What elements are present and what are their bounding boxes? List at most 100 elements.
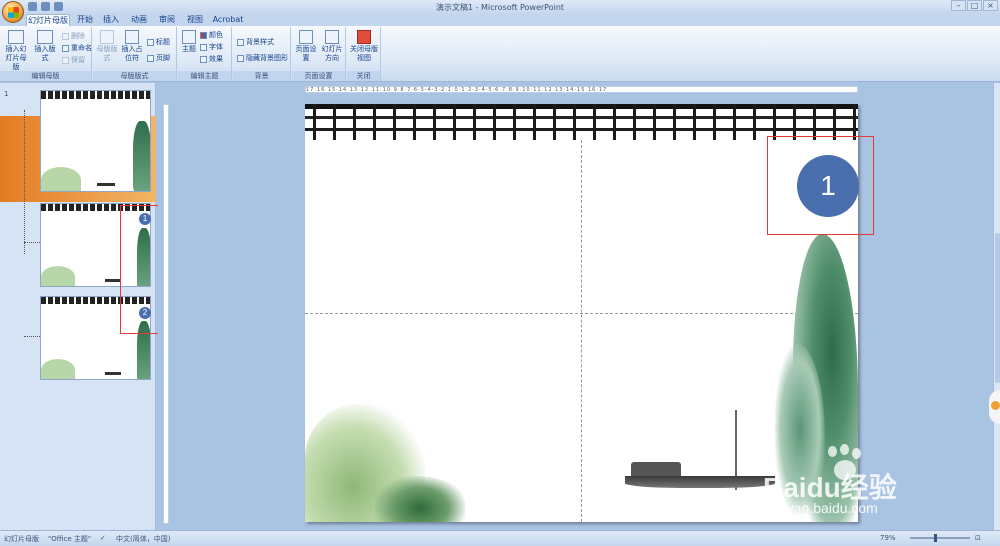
tab-insert[interactable]: 插入 bbox=[100, 14, 122, 26]
colors-dropdown[interactable]: 颜色 bbox=[200, 30, 223, 40]
effects-icon bbox=[200, 55, 207, 63]
group-master-layout: 母版版式 插入占位符 标题 页脚 母版版式 bbox=[93, 27, 177, 81]
title-checkbox-label: 标题 bbox=[156, 38, 170, 46]
hide-bg-checkbox[interactable]: 隐藏背景图形 bbox=[237, 53, 288, 63]
footer-checkbox-label: 页脚 bbox=[156, 54, 170, 62]
tab-view[interactable]: 视图 bbox=[184, 14, 206, 26]
main-badge: 1 bbox=[797, 155, 859, 217]
vertical-ruler bbox=[163, 104, 169, 524]
horizontal-guide bbox=[305, 313, 858, 314]
theme-icon bbox=[182, 30, 196, 44]
thumbnail-boat bbox=[97, 183, 115, 186]
slide-master-icon bbox=[8, 30, 24, 44]
preserve-icon bbox=[62, 56, 69, 64]
theme-button[interactable]: 主题 bbox=[180, 30, 198, 54]
group-label: 母版版式 bbox=[93, 71, 176, 81]
title-bar: 演示文稿1 - Microsoft PowerPoint – □ × bbox=[0, 0, 1000, 14]
delete-icon bbox=[62, 32, 69, 40]
zoom-level[interactable]: 79% bbox=[880, 534, 896, 542]
fit-window-icon[interactable]: ⊡ bbox=[975, 534, 981, 542]
checkbox-icon bbox=[147, 38, 154, 46]
thumbnail-frieze bbox=[41, 91, 150, 99]
status-language: 中文(简体，中国) bbox=[116, 535, 171, 543]
tab-review[interactable]: 审阅 bbox=[156, 14, 178, 26]
side-widget[interactable] bbox=[989, 390, 1000, 424]
maximize-button[interactable]: □ bbox=[967, 0, 982, 11]
bg-styles-label: 背景样式 bbox=[246, 38, 274, 46]
master-layout-icon bbox=[100, 30, 114, 44]
group-label: 编辑母版 bbox=[0, 71, 91, 81]
group-label: 编辑主题 bbox=[178, 71, 231, 81]
insert-placeholder-label: 插入占位符 bbox=[121, 45, 143, 62]
fonts-label: 字体 bbox=[209, 43, 223, 51]
insert-master-button[interactable]: 插入幻灯片母版 bbox=[3, 30, 29, 72]
group-label: 关闭 bbox=[347, 71, 380, 81]
delete-button[interactable]: 删除 bbox=[62, 31, 85, 41]
thumbnail-tree bbox=[133, 121, 150, 191]
horizontal-ruler: 17·16·15·14·13·12·11·10·9·8·7·6·5·4·3·2·… bbox=[305, 86, 858, 93]
scrollbar-thumb[interactable] bbox=[995, 233, 1000, 383]
close-master-label: 关闭母版视图 bbox=[350, 45, 378, 62]
layout-connector bbox=[24, 110, 38, 254]
group-page-setup: 页面设置 幻灯片方向 页面设置 bbox=[292, 27, 346, 81]
checkbox-icon bbox=[237, 54, 244, 62]
tab-acrobat[interactable]: Acrobat bbox=[212, 14, 244, 26]
orientation-icon bbox=[325, 30, 339, 44]
insert-layout-button[interactable]: 插入版式 bbox=[32, 30, 58, 63]
zoom-slider-knob[interactable] bbox=[934, 534, 937, 542]
preserve-button[interactable]: 保留 bbox=[62, 55, 85, 65]
delete-label: 删除 bbox=[71, 32, 85, 40]
rename-button[interactable]: 重命名 bbox=[62, 43, 92, 53]
office-button[interactable] bbox=[2, 1, 24, 23]
spellcheck-icon[interactable]: ✓ bbox=[100, 534, 106, 542]
placeholder-icon bbox=[125, 30, 139, 44]
colors-label: 颜色 bbox=[209, 31, 223, 39]
ink-boat bbox=[625, 410, 775, 500]
footer-checkbox[interactable]: 页脚 bbox=[147, 53, 170, 63]
tab-slide-master[interactable]: 幻灯片母版 bbox=[26, 14, 70, 26]
thumbnail-hill bbox=[41, 359, 75, 379]
watermark-url: jingyan.baidu.com bbox=[765, 500, 878, 516]
layout-connector bbox=[24, 336, 40, 337]
close-master-view-button[interactable]: 关闭母版视图 bbox=[349, 30, 379, 63]
group-label: 背景 bbox=[233, 71, 290, 81]
office-logo-icon bbox=[8, 7, 19, 18]
theme-label: 主题 bbox=[182, 45, 196, 53]
ribbon: 插入幻灯片母版 插入版式 删除 重命名 保留 编辑母版 母版版式 插入占位符 标… bbox=[0, 26, 1000, 82]
layout-connector bbox=[24, 242, 40, 243]
thumbnail-boat bbox=[105, 279, 121, 282]
group-edit-theme: 主题 颜色 字体 效果 编辑主题 bbox=[178, 27, 232, 81]
group-edit-master: 插入幻灯片母版 插入版式 删除 重命名 保留 编辑母版 bbox=[0, 27, 92, 81]
ribbon-tabs: 幻灯片母版 开始 插入 动画 审阅 视图 Acrobat bbox=[0, 14, 1000, 26]
tab-home[interactable]: 开始 bbox=[74, 14, 96, 26]
fonts-icon bbox=[200, 43, 207, 51]
insert-layout-label: 插入版式 bbox=[34, 45, 56, 62]
bg-styles-icon bbox=[237, 38, 244, 46]
group-close: 关闭母版视图 关闭 bbox=[347, 27, 381, 81]
thumbnail-hill bbox=[41, 266, 75, 286]
thumbnail-master[interactable] bbox=[40, 90, 151, 192]
minimize-button[interactable]: – bbox=[951, 0, 966, 11]
master-layout-button[interactable]: 母版版式 bbox=[95, 30, 119, 63]
effects-dropdown[interactable]: 效果 bbox=[200, 54, 223, 64]
page-setup-label: 页面设置 bbox=[295, 45, 317, 62]
fonts-dropdown[interactable]: 字体 bbox=[200, 42, 223, 52]
window-title: 演示文稿1 - Microsoft PowerPoint bbox=[435, 3, 565, 12]
close-window-button[interactable]: × bbox=[983, 0, 998, 11]
rename-icon bbox=[62, 44, 69, 52]
preserve-label: 保留 bbox=[71, 56, 85, 64]
orientation-label: 幻灯片方向 bbox=[321, 45, 343, 62]
vertical-guide bbox=[581, 140, 582, 522]
page-setup-button[interactable]: 页面设置 bbox=[294, 30, 318, 63]
checkbox-icon bbox=[147, 54, 154, 62]
orientation-button[interactable]: 幻灯片方向 bbox=[320, 30, 344, 63]
colors-icon bbox=[200, 31, 207, 39]
tab-animation[interactable]: 动画 bbox=[128, 14, 150, 26]
vertical-scrollbar[interactable] bbox=[993, 83, 1000, 530]
status-theme: "Office 主题" bbox=[48, 535, 92, 543]
bg-styles-dropdown[interactable]: 背景样式 bbox=[237, 37, 274, 47]
insert-placeholder-button[interactable]: 插入占位符 bbox=[120, 30, 144, 63]
title-checkbox[interactable]: 标题 bbox=[147, 37, 170, 47]
frieze-border-decoration bbox=[305, 104, 858, 140]
zoom-slider[interactable] bbox=[910, 537, 970, 539]
